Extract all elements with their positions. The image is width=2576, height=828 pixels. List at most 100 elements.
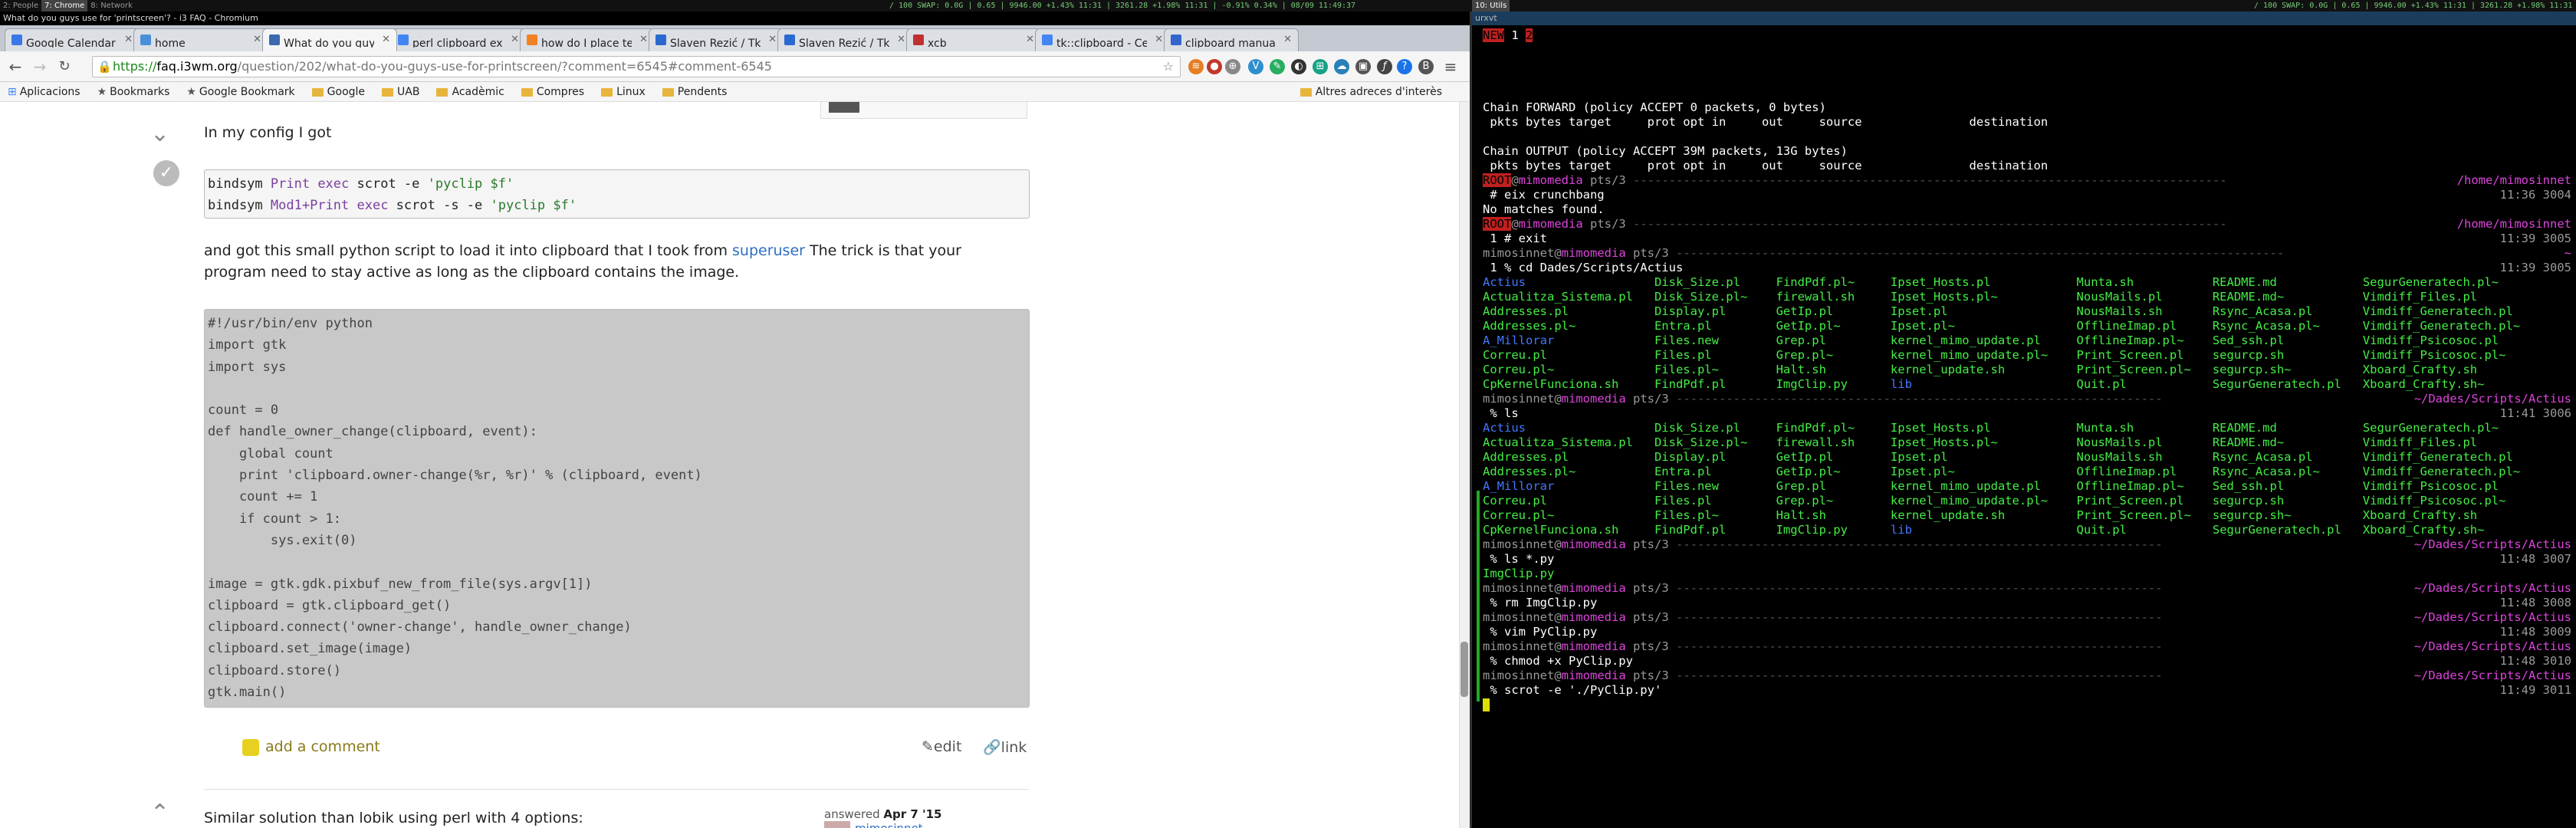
tab-strip: Google Calendar ✕ home ✕ What do you guys ✕ pe… (0, 25, 1470, 51)
terminal-window[interactable]: urxvt NEW 1 2 Chain FORWARD (policy ACCE… (1470, 12, 2576, 828)
workspace-button[interactable]: 2: People (0, 0, 41, 12)
evernote-extension-icon[interactable]: ✎ (1270, 59, 1285, 74)
star-icon[interactable]: ☆ (1163, 57, 1174, 77)
bookmark-other-folder[interactable]: Altres adreces d'interès (1300, 82, 1442, 102)
folder-icon (662, 87, 674, 97)
address-bar[interactable]: 🔒 https://faq.i3wm.org/question/202/what… (92, 56, 1181, 77)
bookmark-item[interactable]: ★ Google Bookmark (186, 82, 294, 102)
terminal-line: mimosinnet@mimomedia pts/3 -------------… (1483, 537, 2571, 551)
browser-tab[interactable]: Slaven Rezić / Tk- ✕ (649, 28, 784, 51)
workspace-utils[interactable]: 10: Utils (1472, 0, 1510, 12)
forward-button[interactable]: → (31, 58, 49, 76)
close-tab-icon[interactable]: ✕ (768, 29, 777, 51)
formula-extension-icon[interactable]: ƒ (1377, 59, 1392, 74)
close-tab-icon[interactable]: ✕ (1026, 29, 1034, 51)
bookmark-item[interactable]: Linux (601, 82, 646, 102)
back-button[interactable]: ← (6, 58, 25, 76)
bookmark-extension-icon[interactable]: B (1418, 59, 1434, 74)
tmux-window-tag[interactable]: 1 (1504, 28, 1526, 42)
terminal-title: urxvt (1472, 12, 2576, 25)
i3-status-bar: 2: People 7: Chrome 8: Network / 100 SWAP:… (0, 0, 2576, 12)
folder-icon (382, 87, 394, 97)
permalink-link[interactable]: 🔗link (983, 738, 1027, 756)
accept-answer-icon[interactable]: ✓ (153, 160, 179, 186)
answered-meta: answered Apr 7 '15 mimosinnet (824, 807, 941, 828)
scrollbar-thumb[interactable] (1460, 642, 1468, 697)
bookmark-item[interactable]: Pendents (662, 82, 727, 102)
close-tab-icon[interactable]: ✕ (511, 29, 519, 51)
browser-tab[interactable]: Slaven Rezić / Tk- ✕ (777, 28, 912, 51)
reload-button[interactable]: ↻ (55, 58, 74, 76)
workspace-button[interactable]: 8: Network (87, 0, 136, 12)
rss-extension-icon[interactable]: ≋ (1188, 59, 1204, 74)
browser-tab[interactable]: clipboard manual ✕ (1164, 28, 1299, 51)
apps-icon: ⊞ (8, 86, 17, 98)
extension-icon[interactable]: ⊕ (1225, 59, 1240, 74)
close-tab-icon[interactable]: ✕ (897, 29, 905, 51)
adblock-extension-icon[interactable]: ● (1207, 59, 1222, 74)
vote-down-icon[interactable]: ⌄ (150, 120, 169, 147)
terminal-line: Correu.pl~ Files.pl~ Halt.sh kernel_upda… (1483, 508, 2478, 522)
terminal-cursor-line[interactable] (1483, 698, 2571, 712)
code-line: clipboard = gtk.clipboard_get() (208, 597, 452, 613)
browser-tab[interactable]: What do you guys ✕ (262, 28, 397, 51)
browser-tab[interactable]: Google Calendar ✕ (5, 28, 140, 51)
lock-icon: 🔒 (97, 60, 112, 74)
terminal-line: mimosinnet@mimomedia pts/3 -------------… (1483, 610, 2571, 624)
code-line: count += 1 (208, 489, 318, 505)
browser-tab[interactable]: how do I place tex ✕ (520, 28, 655, 51)
vote-up-icon[interactable]: ⌃ (150, 102, 169, 118)
link-icon: 🔗 (983, 739, 1001, 756)
terminal-line: % ls *.py 11:48 3007 (1483, 552, 2571, 566)
user-card-top (820, 102, 1027, 119)
tmux-window-tag[interactable]: NEW (1483, 28, 1504, 42)
close-tab-icon[interactable]: ✕ (382, 29, 390, 51)
bookmark-item[interactable]: Acadèmic (436, 82, 504, 102)
close-tab-icon[interactable]: ✕ (253, 29, 261, 51)
terminal-line: mimosinnet@mimomedia pts/3 -------------… (1483, 669, 2571, 682)
scroll-indicator (1477, 491, 1480, 702)
close-tab-icon[interactable]: ✕ (639, 29, 648, 51)
add-comment-link[interactable]: add a comment (242, 738, 380, 756)
answer-user-link[interactable]: mimosinnet (855, 822, 923, 828)
bookmark-item[interactable]: Google (311, 82, 365, 102)
bookmark-item[interactable]: Compres (521, 82, 584, 102)
cloud-extension-icon[interactable]: ☁ (1334, 59, 1349, 74)
favicon-icon (656, 34, 666, 45)
bookmark-item[interactable]: UAB (382, 82, 419, 102)
image-extension-icon[interactable]: ▣ (1355, 59, 1371, 74)
bookmarks-bar: ⊞ Aplicacions ★ Bookmarks ★ Google Bookmark Go… (0, 82, 1470, 102)
browser-tab[interactable]: perl clipboard exa ✕ (391, 28, 526, 51)
superuser-link[interactable]: superuser (732, 242, 805, 259)
vimium-extension-icon[interactable]: V (1248, 59, 1263, 74)
page-scrollbar[interactable] (1459, 102, 1470, 828)
edit-link[interactable]: ✎edit (922, 738, 961, 755)
dark-extension-icon[interactable]: ◐ (1291, 59, 1306, 74)
bookmark-item[interactable]: ⊞ Aplicacions (8, 82, 80, 102)
code-line: global count (208, 445, 334, 462)
window-title-bar: What do you guys use for 'printscreen'? … (0, 12, 1470, 25)
code-line: import sys (208, 359, 287, 375)
close-tab-icon[interactable]: ✕ (1155, 29, 1163, 51)
browser-tab[interactable]: xcb ✕ (906, 28, 1041, 51)
browser-tab[interactable]: home ✕ (133, 28, 268, 51)
next-vote-up-icon[interactable]: ⌃ (150, 800, 169, 826)
tab-extension-icon[interactable]: ⊞ (1313, 59, 1328, 74)
terminal-line: Addresses.pl Display.pl GetIp.pl Ipset.p… (1483, 450, 2513, 464)
translate-extension-icon[interactable]: ? (1397, 59, 1412, 74)
folder-icon (601, 87, 613, 97)
close-tab-icon[interactable]: ✕ (1283, 29, 1292, 51)
menu-icon[interactable]: ≡ (1441, 58, 1460, 76)
browser-tab[interactable]: tk::clipboard - Cen ✕ (1035, 28, 1170, 51)
favicon-icon (527, 34, 537, 45)
bookmark-item[interactable]: ★ Bookmarks (97, 82, 170, 102)
close-tab-icon[interactable]: ✕ (124, 29, 133, 51)
workspace-button[interactable]: 7: Chrome (41, 0, 88, 12)
terminal-line: Actualitza_Sistema.pl Disk_Size.pl~ fire… (1483, 290, 2478, 304)
tmux-window-tag[interactable]: 2 (1526, 28, 1533, 42)
pencil-icon: ✎ (922, 738, 934, 755)
terminal-line: % chmod +x PyClip.py 11:48 3010 (1483, 654, 2571, 668)
